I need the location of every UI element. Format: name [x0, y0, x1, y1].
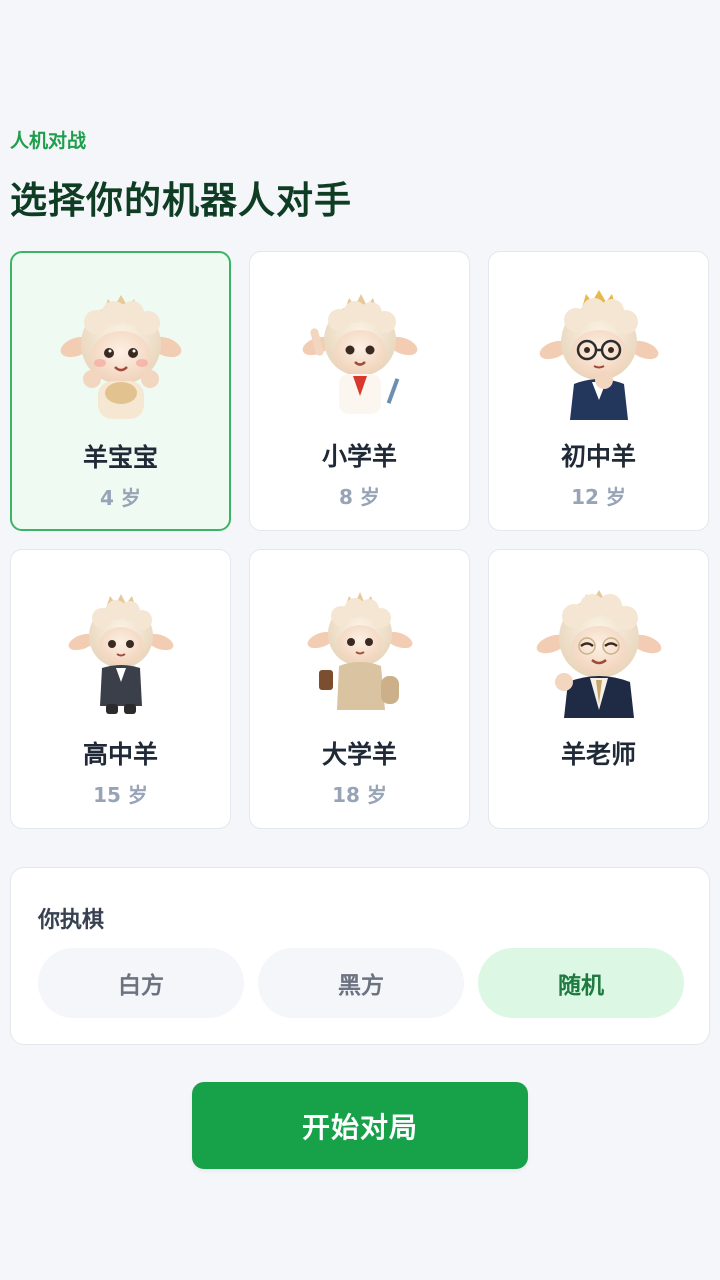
opponent-name: 羊老师: [560, 740, 636, 769]
middle-school-sheep-icon: [539, 290, 658, 420]
opponent-card-college-sheep[interactable]: 大学羊 18 岁: [249, 549, 470, 829]
baby-sheep-icon: [60, 295, 181, 419]
teacher-sheep-icon: [536, 590, 661, 718]
opponent-card-teacher-sheep[interactable]: 羊老师: [488, 549, 709, 829]
opponent-name: 小学羊: [321, 442, 397, 471]
opponent-name: 高中羊: [82, 740, 158, 769]
opponent-age: 12 岁: [571, 485, 626, 509]
college-sheep-icon: [307, 592, 412, 710]
side-option-white[interactable]: 白方: [38, 948, 244, 1018]
opponent-card-high-school-sheep[interactable]: 高中羊 15 岁: [10, 549, 231, 829]
side-option-random[interactable]: 随机: [478, 948, 684, 1018]
opponent-card-baby-sheep[interactable]: 羊宝宝 4 岁: [10, 251, 231, 531]
opponent-name: 初中羊: [560, 442, 636, 471]
opponent-name: 大学羊: [321, 740, 397, 769]
high-school-sheep-icon: [68, 594, 173, 714]
page-title: 选择你的机器人对手: [10, 179, 352, 222]
side-option-black[interactable]: 黑方: [258, 948, 464, 1018]
opponent-name: 羊宝宝: [82, 443, 158, 472]
opponent-age: 8 岁: [339, 485, 380, 509]
opponent-card-middle-school-sheep[interactable]: 初中羊 12 岁: [488, 251, 709, 531]
mode-eyebrow: 人机对战: [10, 130, 87, 152]
side-picker-panel: 你执棋 白方 黑方 随机: [10, 867, 710, 1045]
opponent-card-pupil-sheep[interactable]: 小学羊 8 岁: [249, 251, 470, 531]
opponent-age: 4 岁: [100, 486, 141, 510]
start-game-button[interactable]: 开始对局: [192, 1082, 528, 1169]
pupil-sheep-icon: [302, 294, 417, 414]
opponent-age: 18 岁: [332, 783, 387, 807]
side-picker-label: 你执棋: [38, 908, 105, 933]
opponent-age: 15 岁: [93, 783, 148, 807]
opponent-grid: 羊宝宝 4 岁 小学羊 8 岁 初中羊 12 岁 高中羊 15 岁 大学羊 18…: [10, 251, 710, 829]
